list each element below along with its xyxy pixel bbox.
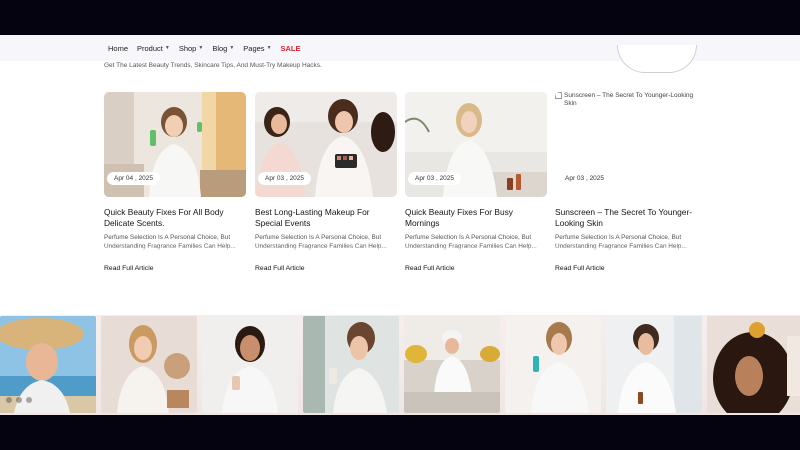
chevron-down-icon: ▼ (266, 45, 272, 51)
post-title[interactable]: Sunscreen – The Secret To Younger-Lookin… (555, 207, 697, 229)
chevron-down-icon: ▼ (164, 45, 170, 51)
blog-card-image[interactable]: Sunscreen – The Secret To Younger-Lookin… (555, 92, 697, 197)
top-letterbox (0, 0, 800, 35)
nav-label: Home (108, 43, 129, 53)
post-excerpt: Perfume Selection Is A Personal Choice, … (555, 234, 697, 252)
nav-label: Pages (243, 43, 265, 53)
post-date: Apr 03 , 2025 (558, 172, 612, 185)
read-full-article-link[interactable]: Read Full Article (405, 265, 455, 272)
carousel-dot[interactable] (6, 397, 12, 403)
broken-image-icon (555, 92, 562, 99)
read-full-article-link[interactable]: Read Full Article (555, 265, 605, 272)
nav-label: Product (137, 43, 163, 53)
post-date: Apr 03 , 2025 (408, 172, 462, 185)
gallery-image[interactable] (303, 316, 399, 413)
carousel-dot[interactable] (16, 397, 22, 403)
gallery-strip (0, 315, 800, 415)
blog-card-image[interactable]: Apr 04 , 2025 (104, 92, 246, 197)
page: Home Product ▼ Shop ▼ Blog ▼ Pages ▼ SALE Ge… (0, 35, 800, 415)
read-full-article-link[interactable]: Read Full Article (255, 265, 305, 272)
gallery-image[interactable] (0, 316, 96, 413)
post-excerpt: Perfume Selection Is A Personal Choice, … (255, 234, 397, 252)
carousel-dots (6, 397, 32, 403)
blog-card: Apr 03 , 2025 Quick Beauty Fixes For Bus… (405, 92, 547, 272)
post-title[interactable]: Best Long-Lasting Makeup For Special Eve… (255, 207, 397, 229)
post-title[interactable]: Quick Beauty Fixes For Busy Mornings (405, 207, 547, 229)
nav-label: SALE (280, 43, 301, 53)
gallery-image[interactable] (707, 316, 800, 413)
gallery-image[interactable] (101, 316, 197, 413)
gallery-image[interactable] (202, 316, 298, 413)
gallery-image[interactable] (606, 316, 702, 413)
blog-card-image[interactable]: Apr 03 , 2025 (255, 92, 397, 197)
blog-card: Apr 03 , 2025 Best Long-Lasting Makeup F… (255, 92, 397, 272)
bottom-letterbox (0, 415, 800, 450)
section-subtitle: Get The Latest Beauty Trends, Skincare T… (104, 62, 322, 69)
blog-card-image[interactable]: Apr 03 , 2025 (405, 92, 547, 197)
gallery-image[interactable] (404, 316, 500, 413)
image-alt-text: Sunscreen – The Secret To Younger-Lookin… (564, 92, 694, 107)
view-all-button[interactable] (617, 45, 697, 73)
nav-home[interactable]: Home (108, 44, 128, 53)
chevron-down-icon: ▼ (198, 45, 204, 51)
post-date: Apr 03 , 2025 (258, 172, 312, 185)
nav-label: Blog (212, 43, 228, 53)
nav-label: Shop (178, 43, 197, 53)
nav-blog[interactable]: Blog ▼ (212, 44, 234, 53)
nav-sale[interactable]: SALE (281, 44, 301, 53)
gallery-image[interactable] (505, 316, 601, 413)
nav-product[interactable]: Product ▼ (137, 44, 170, 53)
nav-shop[interactable]: Shop ▼ (179, 44, 203, 53)
blog-card: Apr 04 , 2025 Quick Beauty Fixes For All… (104, 92, 246, 272)
chevron-down-icon: ▼ (229, 45, 235, 51)
read-full-article-link[interactable]: Read Full Article (104, 265, 154, 272)
post-title[interactable]: Quick Beauty Fixes For All Body Delicate… (104, 207, 246, 229)
post-date: Apr 04 , 2025 (107, 172, 161, 185)
post-excerpt: Perfume Selection Is A Personal Choice, … (405, 234, 547, 252)
blog-card: Sunscreen – The Secret To Younger-Lookin… (555, 92, 697, 272)
nav-pages[interactable]: Pages ▼ (243, 44, 271, 53)
carousel-dot[interactable] (26, 397, 32, 403)
post-excerpt: Perfume Selection Is A Personal Choice, … (104, 234, 246, 252)
